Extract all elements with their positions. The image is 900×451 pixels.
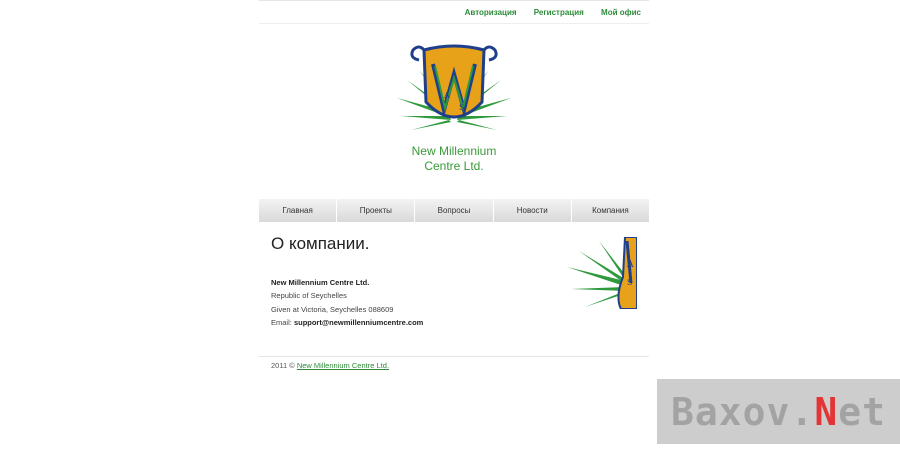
top-bar: Авторизация Регистрация Мой офис [259, 0, 649, 24]
nav-company[interactable]: Компания [571, 199, 650, 222]
watermark-text-3: et [838, 389, 886, 434]
nav-home[interactable]: Главная [259, 199, 338, 222]
logo-line-2: Centre Ltd. [424, 159, 484, 173]
watermark: Baxov. Net [657, 379, 900, 444]
company-country: Republic of Seychelles [271, 291, 347, 301]
company-info: New Millennium Centre Ltd. Republic of S… [271, 276, 423, 329]
crest-partial-icon: A S [567, 237, 637, 309]
main-content: О компании. New Millennium Centre Ltd. R… [271, 234, 551, 327]
svg-text:A: A [443, 91, 450, 100]
my-office-link[interactable]: Мой офис [601, 8, 641, 17]
main-nav: Главная Проекты Вопросы Новости Компания [259, 199, 650, 222]
site-logo[interactable]: A S New Millennium Centre Ltd. [389, 40, 519, 180]
watermark-text-2: N [814, 389, 839, 434]
logo-line-1: New Millennium [411, 144, 497, 158]
register-link[interactable]: Регистрация [534, 8, 584, 17]
nav-news[interactable]: Новости [493, 199, 572, 222]
footer-copyright: 2011 © [271, 361, 295, 370]
nav-projects[interactable]: Проекты [337, 199, 416, 222]
svg-text:A: A [626, 260, 634, 270]
company-name: New Millennium Centre Ltd. [271, 278, 370, 287]
footer-divider [259, 356, 649, 357]
logo-text: New Millennium Centre Ltd. [389, 144, 519, 174]
svg-text:S: S [627, 278, 632, 287]
company-email: support@newmillenniumcentre.com [293, 317, 424, 327]
footer: 2011 © New Millennium Centre Ltd. [271, 361, 389, 370]
crest-emblem-icon: A S [397, 44, 511, 130]
email-label: Email: [271, 317, 292, 327]
top-links: Авторизация Регистрация Мой офис [450, 8, 641, 17]
page-title: О компании. [271, 234, 370, 253]
svg-text:S: S [459, 103, 464, 112]
crest-side-image: A S [565, 237, 637, 309]
watermark-text-1: Baxov. [671, 389, 815, 434]
login-link[interactable]: Авторизация [465, 8, 517, 17]
nav-faq[interactable]: Вопросы [415, 199, 494, 222]
page-container: Авторизация Регистрация Мой офис A S New… [259, 0, 650, 451]
footer-company-link[interactable]: New Millennium Centre Ltd. [297, 361, 389, 370]
company-address: Given at Victoria, Seychelles 088609 [271, 304, 394, 314]
